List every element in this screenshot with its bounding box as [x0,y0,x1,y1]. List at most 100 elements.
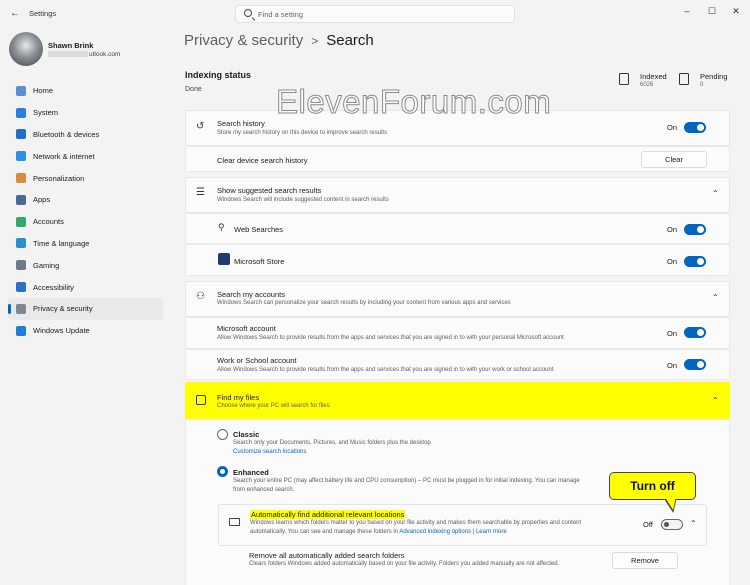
sidebar-item-bluetooth[interactable]: Bluetooth & devices [8,124,163,146]
clear-button[interactable]: Clear [641,151,707,168]
work-account-toggle[interactable] [684,359,706,370]
auto-find-desc-line-2: automatically. You can see and manage th… [250,529,507,535]
remove-folders-title: Remove all automatically added search fo… [249,551,405,560]
sidebar-item-accounts[interactable]: Accounts [8,211,163,233]
folder-icon [229,518,240,526]
sidebar-item-personalization[interactable]: Personalization [8,167,163,189]
sidebar-item-label: Accounts [33,217,64,227]
sidebar-item-time-language[interactable]: Time & language [8,233,163,255]
list-icon: ☰ [196,187,205,198]
sidebar-item-label: Bluetooth & devices [33,129,100,139]
maximize-button[interactable]: ☐ [705,6,719,17]
advanced-indexing-link[interactable]: Advanced indexing options [399,529,471,535]
minimize-button[interactable]: – [680,6,694,16]
person-search-icon: ⚇ [196,291,205,302]
sidebar-item-system[interactable]: System [8,102,163,124]
indexed-file-icon [619,73,629,85]
sidebar-item-accessibility[interactable]: Accessibility [8,276,163,298]
page-title: Search [326,32,374,49]
history-icon: ↺ [196,121,205,132]
watermark: ElevenForum.com [275,83,552,121]
breadcrumb-separator: > [311,34,319,48]
work-account-title: Work or School account [217,356,297,365]
sidebar-item-gaming[interactable]: Gaming [8,254,163,276]
sidebar-item-label: Accessibility [33,282,74,292]
pending-value: 0 [700,82,704,88]
auto-find-desc-line-1: Windows learns which folders matter to y… [250,520,582,526]
settings-search-box[interactable] [235,5,515,23]
redacted-block [48,51,88,58]
enhanced-desc-line-2: from enhanced search. [233,487,295,493]
search-icon: ⚲ [218,222,225,232]
auto-find-title: Automatically find additional relevant l… [250,510,406,519]
search-accounts-card[interactable]: ⚇ Search my accounts Windows Search can … [185,281,730,317]
sidebar-item-label: Windows Update [33,326,90,336]
user-email: utlook.com [48,51,120,58]
work-account-desc: Allow Windows Search to provide results … [217,367,554,373]
close-button[interactable]: ✕ [729,6,743,17]
avatar[interactable] [9,32,43,66]
apps-icon [16,194,26,205]
search-history-toggle-state: On [667,123,678,132]
chevron-up-icon[interactable]: ⌃ [712,189,719,198]
search-input[interactable] [258,8,498,20]
chevron-up-icon[interactable]: ⌃ [712,293,719,302]
microsoft-store-label: Microsoft Store [234,257,285,266]
customize-locations-link[interactable]: Customize search locations [233,449,306,455]
sidebar-item-label: Time & language [33,238,90,248]
update-icon [16,325,26,336]
microsoft-account-toggle[interactable] [684,327,706,338]
auto-find-desc-text: automatically. You can see and manage th… [250,529,398,535]
sidebar-item-network[interactable]: Network & internet [8,145,163,167]
search-history-title: Search history [217,119,265,128]
wifi-icon [16,151,26,162]
sidebar-item-privacy-security[interactable]: Privacy & security [8,297,163,320]
clear-history-row: Clear device search history Clear [185,146,730,172]
sidebar-item-label: Gaming [33,260,60,270]
find-my-files-header[interactable]: Find my files Choose where your PC will … [185,382,730,419]
search-history-desc: Store my search history on this device t… [217,130,388,136]
classic-radio[interactable] [217,429,228,440]
breadcrumb-parent[interactable]: Privacy & security [184,32,303,49]
clear-history-title: Clear device search history [217,156,308,165]
suggested-desc: Windows Search will include suggested co… [217,197,389,203]
auto-find-toggle[interactable] [661,519,683,530]
work-account-toggle-state: On [667,361,678,370]
suggested-results-card[interactable]: ☰ Show suggested search results Windows … [185,177,730,213]
web-searches-label: Web Searches [234,225,284,234]
enhanced-title: Enhanced [233,468,269,477]
sidebar-item-apps[interactable]: Apps [8,189,163,211]
microsoft-store-row: Microsoft Store On [185,244,730,276]
system-icon [16,107,26,118]
app-title: Settings [29,9,57,18]
enhanced-radio[interactable] [217,466,228,477]
callout-pointer-fill [666,497,678,511]
chevron-up-icon[interactable]: ⌃ [712,396,719,405]
pending-file-icon [679,73,689,85]
sidebar-item-label: Home [33,86,54,96]
search-history-toggle[interactable] [684,122,706,133]
find-files-desc: Choose where your PC will search for fil… [217,403,330,409]
web-searches-row: ⚲ Web Searches On [185,213,730,244]
search-icon [244,9,252,17]
auto-find-toggle-state: Off [643,520,653,529]
sidebar-item-windows-update[interactable]: Windows Update [8,320,163,342]
microsoft-account-row: Microsoft account Allow Windows Search t… [185,317,730,349]
back-arrow-icon[interactable]: ← [10,8,20,19]
home-icon [16,85,26,96]
classic-title: Classic [233,430,260,439]
file-search-icon [196,395,206,405]
search-accounts-desc: Windows Search can personalize your sear… [217,300,511,306]
indexing-status-state: Done [185,86,202,93]
microsoft-store-toggle[interactable] [684,256,706,267]
shield-icon [16,303,26,314]
find-files-body: Classic Search only your Documents, Pict… [185,419,730,585]
user-name: Shawn Brink [48,41,94,50]
user-email-text: utlook.com [89,51,121,58]
remove-folders-desc: Clears folders Windows added automatical… [249,561,560,567]
chevron-up-icon[interactable]: ⌃ [690,519,697,528]
remove-button[interactable]: Remove [612,552,678,569]
learn-more-link[interactable]: Learn more [476,529,507,535]
web-searches-toggle[interactable] [684,224,706,235]
sidebar-item-home[interactable]: Home [8,80,163,102]
